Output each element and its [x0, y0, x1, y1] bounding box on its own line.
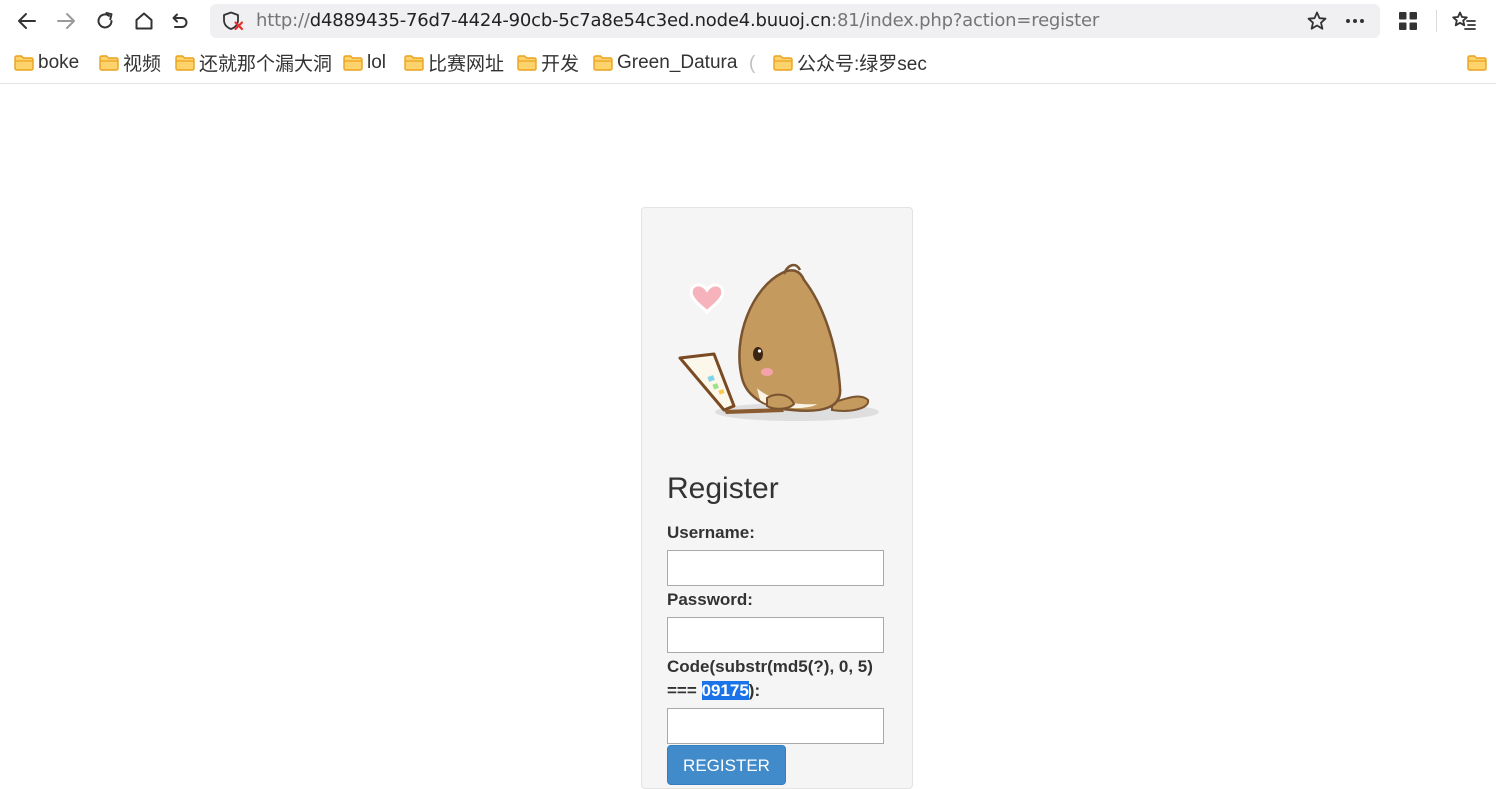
back-button[interactable]: [12, 6, 42, 36]
forward-arrow-icon: [57, 13, 75, 29]
undo-icon: [172, 13, 188, 28]
url-path: :81/index.php?action=register: [831, 10, 1100, 31]
bookmark-folder-wechat[interactable]: 公众号:绿罗sec: [773, 42, 927, 83]
more-options-icon[interactable]: [1344, 10, 1366, 32]
cat-mascot-image: [678, 263, 879, 421]
folder-icon: [517, 54, 537, 71]
bookmark-folder-green-datura[interactable]: Green_Datura: [593, 42, 737, 83]
apps-button[interactable]: [1393, 6, 1423, 36]
address-bar[interactable]: http://d4889435-76d7-4424-90cb-5c7a8e54c…: [210, 4, 1380, 38]
form-title: Register: [667, 472, 779, 505]
folder-icon: [14, 54, 34, 71]
code-label: Code(substr(md5(?), 0, 5) === 09175):: [667, 655, 892, 703]
password-label: Password:: [667, 590, 753, 609]
code-value-highlighted: 09175: [701, 681, 749, 700]
username-label: Username:: [667, 523, 755, 542]
grid-icon: [1399, 12, 1417, 30]
folder-icon: [593, 54, 613, 71]
username-input[interactable]: [667, 550, 884, 586]
bookmark-label: Green_Datura: [617, 51, 738, 73]
bookmark-folder-contests[interactable]: 比赛网址: [404, 42, 504, 83]
folder-icon: [175, 54, 195, 71]
favorites-button[interactable]: [1449, 6, 1479, 36]
code-label-suffix: ):: [748, 681, 761, 700]
undo-closed-tab-button[interactable]: [164, 6, 194, 36]
reload-button[interactable]: [90, 6, 120, 36]
folder-icon: [343, 54, 363, 71]
folder-icon: [1467, 54, 1487, 71]
password-input[interactable]: [667, 617, 884, 653]
bookmark-label: lol: [367, 51, 387, 73]
reload-icon: [97, 12, 113, 29]
bookmark-label: boke: [38, 51, 80, 73]
bookmark-separator: (: [749, 53, 756, 74]
folder-icon: [99, 54, 119, 71]
home-button[interactable]: [129, 6, 159, 36]
code-label-mid: ===: [667, 681, 702, 700]
register-button[interactable]: REGISTER: [667, 745, 786, 785]
home-icon: [135, 12, 153, 30]
bookmark-label: 视频: [123, 54, 162, 75]
register-panel: Register Username: Password: Code(substr…: [641, 207, 913, 789]
bookmark-folder-vulns[interactable]: 还就那个漏大洞: [175, 42, 332, 83]
bookmark-label: 比赛网址: [428, 54, 505, 75]
favorites-list-icon: [1452, 11, 1476, 30]
code-label-prefix: Code(substr(md5(?), 0, 5): [667, 657, 873, 676]
back-arrow-icon: [18, 13, 36, 29]
url-host: d4889435-76d7-4424-90cb-5c7a8e54c3ed.nod…: [309, 10, 832, 31]
folder-icon: [404, 54, 424, 71]
url-text[interactable]: http://d4889435-76d7-4424-90cb-5c7a8e54c…: [256, 4, 1099, 38]
bookmark-label: 公众号:绿罗sec: [797, 54, 927, 75]
toolbar-divider: [1436, 10, 1437, 32]
bookmarks-bar: boke 视频 还就那个漏大洞 lol 比赛网址 开发 Green_Datura…: [0, 42, 1496, 84]
bookmark-star-icon[interactable]: [1306, 10, 1328, 32]
bookmark-label: 开发: [541, 54, 580, 75]
bookmark-folder-lol[interactable]: lol: [343, 42, 386, 83]
bookmark-folder-videos[interactable]: 视频: [99, 42, 161, 83]
bookmark-folder-boke[interactable]: boke: [14, 42, 79, 83]
code-input[interactable]: [667, 708, 884, 744]
browser-toolbar: http://d4889435-76d7-4424-90cb-5c7a8e54c…: [0, 0, 1496, 42]
folder-icon: [773, 54, 793, 71]
insecure-shield-icon[interactable]: [222, 11, 244, 31]
url-scheme: http://: [256, 10, 310, 31]
bookmark-label: 还就那个漏大洞: [199, 54, 333, 75]
forward-button[interactable]: [51, 6, 81, 36]
bookmark-folder-overflow[interactable]: [1467, 42, 1491, 83]
bookmark-folder-dev[interactable]: 开发: [517, 42, 579, 83]
